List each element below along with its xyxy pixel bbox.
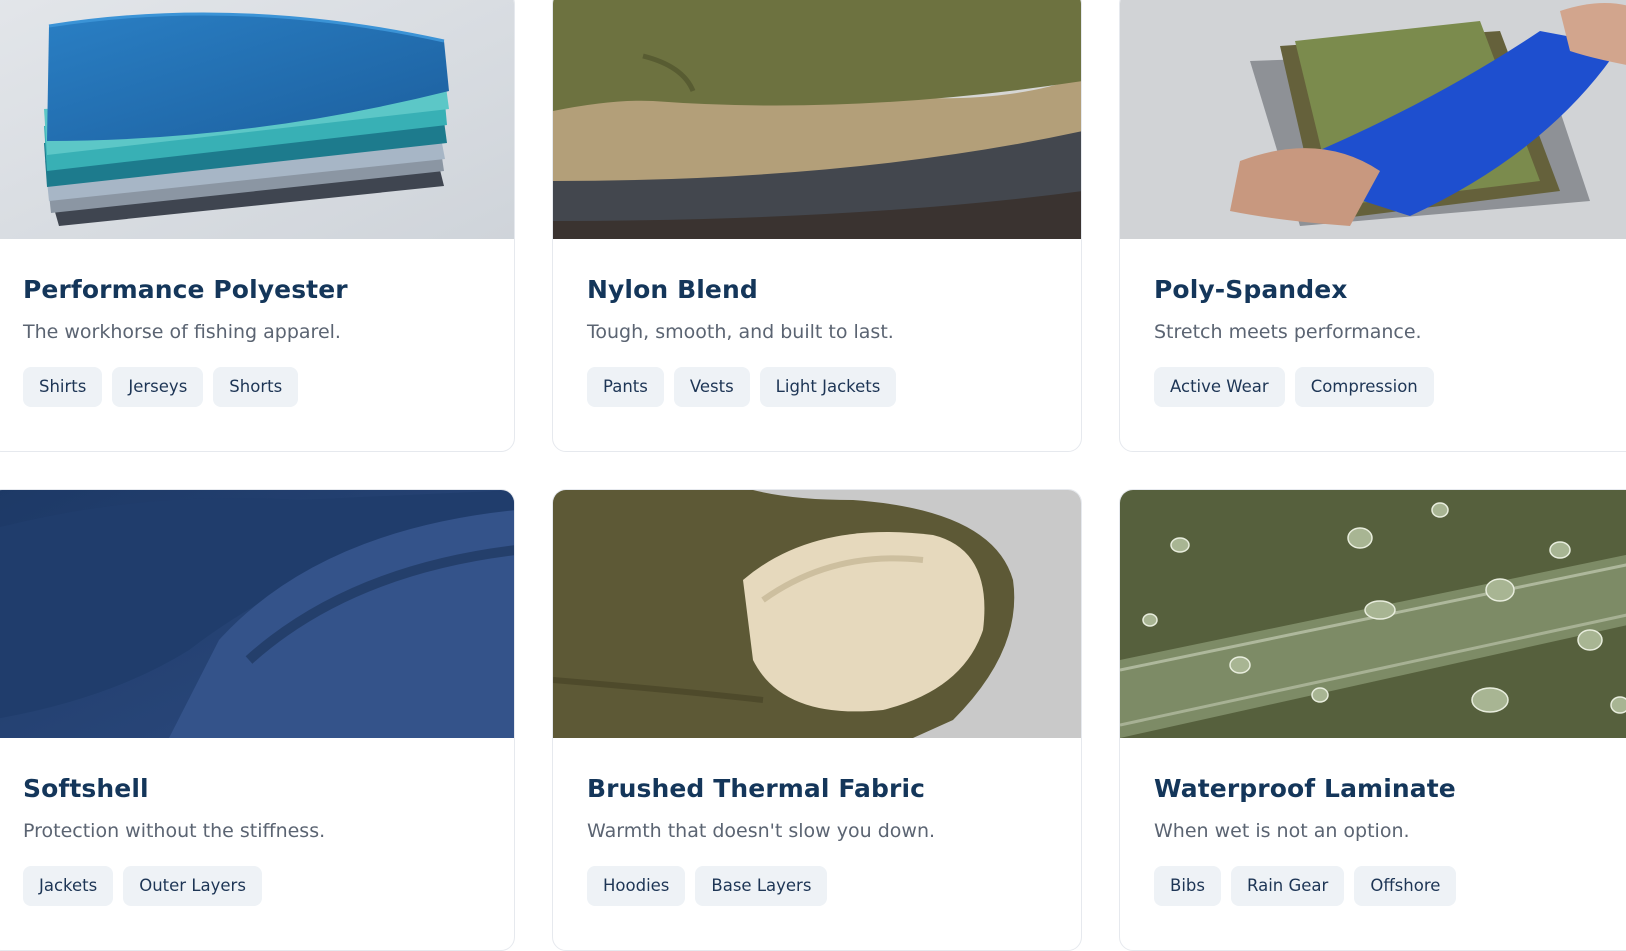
tag-vests[interactable]: Vests [673, 367, 750, 407]
tag-jerseys[interactable]: Jerseys [112, 367, 204, 407]
tag-outer-layers[interactable]: Outer Layers [123, 866, 262, 906]
fabric-image-waterproof-laminate [1120, 490, 1626, 738]
card-description: Protection without the stiffness. [23, 820, 326, 842]
tag-list: Pants Vests Light Jackets [587, 367, 1047, 407]
fabric-image-performance-polyester [0, 0, 514, 239]
tag-compression[interactable]: Compression [1294, 367, 1434, 407]
tag-list: Bibs Rain Gear Offshore [1154, 866, 1614, 906]
card-title: Waterproof Laminate [1154, 774, 1456, 803]
tag-list: Jackets Outer Layers [23, 866, 480, 906]
fabric-image-brushed-thermal [553, 490, 1081, 738]
card-title: Performance Polyester [23, 275, 348, 304]
card-title: Brushed Thermal Fabric [587, 774, 926, 803]
fabric-card-brushed-thermal[interactable]: Brushed Thermal Fabric Warmth that doesn… [552, 489, 1082, 951]
fabric-image-nylon-blend [553, 0, 1081, 239]
fabric-image-softshell [0, 490, 514, 738]
card-description: The workhorse of fishing apparel. [23, 321, 341, 343]
tag-offshore[interactable]: Offshore [1354, 866, 1457, 906]
card-title: Nylon Blend [587, 275, 758, 304]
tag-list: Active Wear Compression [1154, 367, 1614, 407]
card-title: Poly-Spandex [1154, 275, 1348, 304]
card-description: When wet is not an option. [1154, 820, 1410, 842]
tag-shorts[interactable]: Shorts [213, 367, 299, 407]
tag-hoodies[interactable]: Hoodies [587, 866, 686, 906]
fabric-card-softshell[interactable]: Softshell Protection without the stiffne… [0, 489, 515, 951]
fabric-card-nylon-blend[interactable]: Nylon Blend Tough, smooth, and built to … [552, 0, 1082, 452]
fabric-image-poly-spandex [1120, 0, 1626, 239]
tag-jackets[interactable]: Jackets [23, 866, 114, 906]
card-description: Tough, smooth, and built to last. [587, 321, 894, 343]
tag-bibs[interactable]: Bibs [1154, 866, 1221, 906]
tag-list: Shirts Jerseys Shorts [23, 367, 480, 407]
tag-list: Hoodies Base Layers [587, 866, 1047, 906]
tag-pants[interactable]: Pants [587, 367, 664, 407]
fabric-card-poly-spandex[interactable]: Poly-Spandex Stretch meets performance. … [1119, 0, 1626, 452]
fabric-card-waterproof-laminate[interactable]: Waterproof Laminate When wet is not an o… [1119, 489, 1626, 951]
tag-light-jackets[interactable]: Light Jackets [759, 367, 897, 407]
card-title: Softshell [23, 774, 149, 803]
fabric-card-grid: Performance Polyester The workhorse of f… [0, 0, 1626, 951]
fabric-card-performance-polyester[interactable]: Performance Polyester The workhorse of f… [0, 0, 515, 452]
card-description: Warmth that doesn't slow you down. [587, 820, 936, 842]
card-description: Stretch meets performance. [1154, 321, 1422, 343]
tag-rain-gear[interactable]: Rain Gear [1230, 866, 1345, 906]
tag-shirts[interactable]: Shirts [23, 367, 103, 407]
tag-active-wear[interactable]: Active Wear [1154, 367, 1285, 407]
tag-base-layers[interactable]: Base Layers [695, 866, 828, 906]
